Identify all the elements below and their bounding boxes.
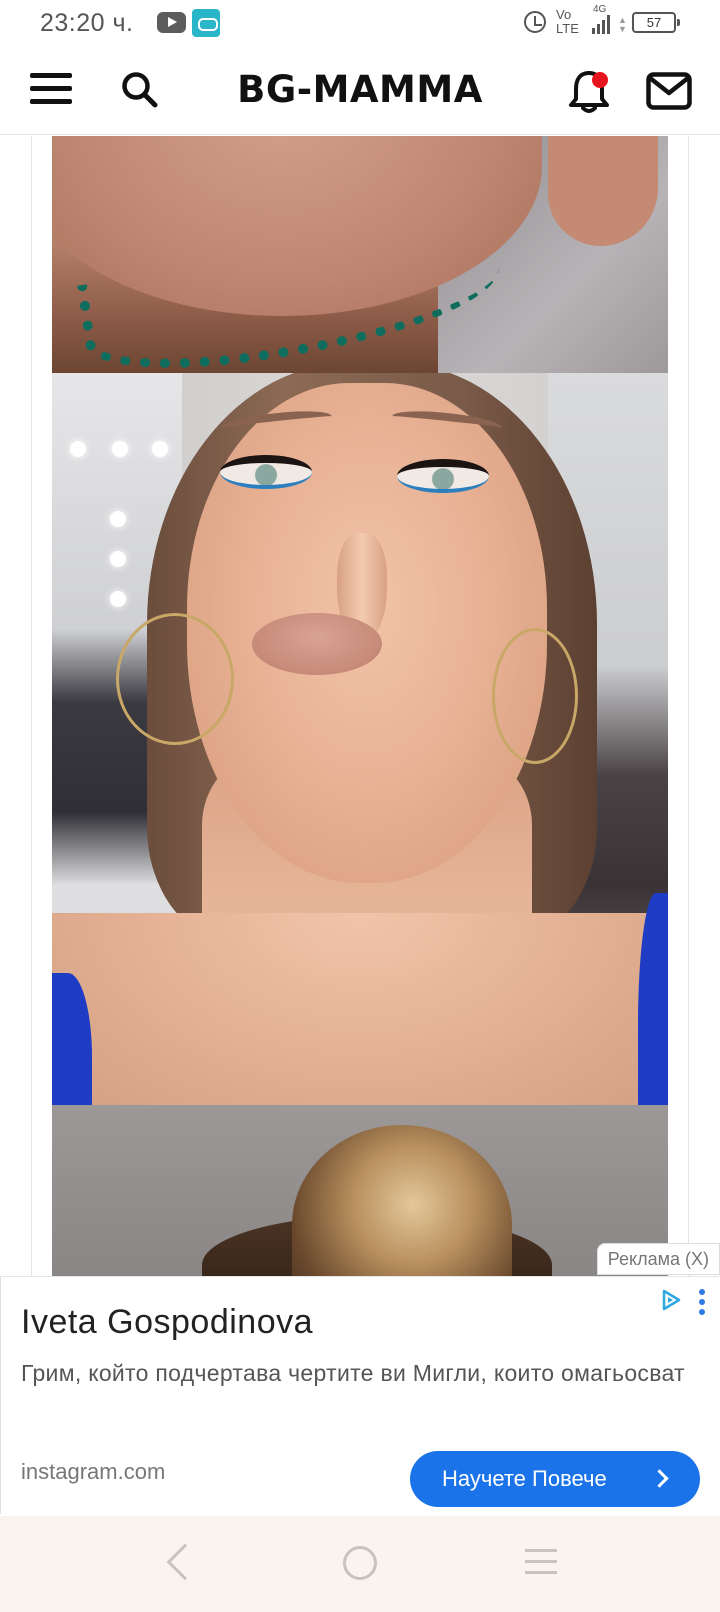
- volte-indicator: Vo LTE: [556, 8, 579, 36]
- makeup-photo-2[interactable]: [52, 373, 668, 1105]
- menu-icon[interactable]: [30, 73, 72, 105]
- site-logo[interactable]: BG-MAMMA: [230, 67, 490, 113]
- game-icon: [192, 9, 220, 37]
- volte-bottom: LTE: [556, 21, 579, 36]
- makeup-photo-3[interactable]: [52, 1105, 668, 1276]
- learn-more-button[interactable]: Научете Повече: [410, 1451, 700, 1507]
- back-icon[interactable]: [166, 1543, 204, 1581]
- search-icon[interactable]: [121, 71, 159, 109]
- signal-icon: [592, 14, 614, 34]
- alarm-icon: [524, 11, 546, 33]
- article-content: [0, 136, 720, 1276]
- adchoices-icon[interactable]: [661, 1289, 681, 1311]
- status-time: 23:20 ч.: [40, 9, 134, 37]
- ad-domain[interactable]: instagram.com: [21, 1459, 165, 1485]
- ad-label[interactable]: Реклама (X): [596, 1243, 720, 1275]
- chevron-right-icon: [650, 1469, 669, 1488]
- recents-icon[interactable]: [525, 1549, 557, 1575]
- ad-title[interactable]: Iveta Gospodinova: [21, 1303, 313, 1342]
- ad-description[interactable]: Грим, който подчертава чертите ви Мигли,…: [21, 1357, 701, 1389]
- notification-dot: [592, 72, 608, 88]
- site-header: BG-MAMMA: [0, 46, 720, 135]
- battery-icon: 57: [632, 12, 680, 33]
- ad-banner[interactable]: Iveta Gospodinova Грим, който подчертава…: [0, 1276, 720, 1514]
- status-bar: 23:20 ч. Vo LTE 4G ▲ ▼ 57: [0, 0, 720, 46]
- mail-icon[interactable]: [646, 72, 692, 110]
- more-options-icon[interactable]: [698, 1289, 706, 1315]
- home-icon[interactable]: [343, 1546, 377, 1580]
- makeup-photo-1[interactable]: [52, 136, 668, 373]
- data-arrows-icon: ▲ ▼: [618, 15, 627, 34]
- system-nav-bar: [0, 1516, 720, 1612]
- youtube-icon: [157, 12, 186, 33]
- volte-top: Vo: [556, 7, 572, 22]
- learn-more-label: Научете Повече: [442, 1466, 607, 1491]
